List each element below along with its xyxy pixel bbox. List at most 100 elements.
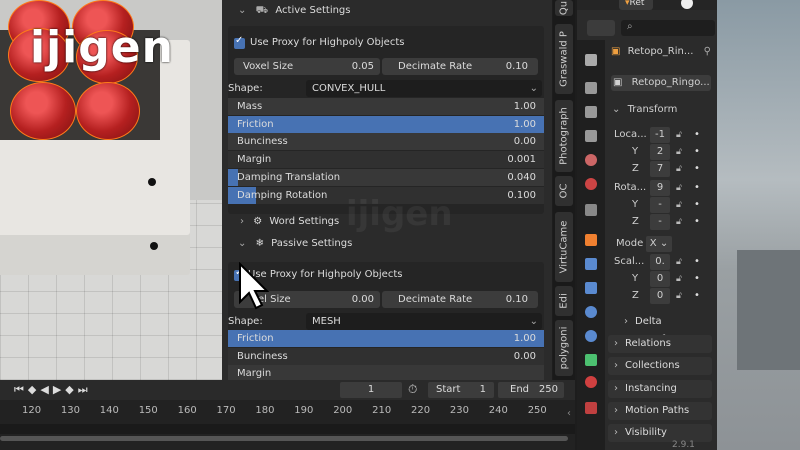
property-value: 0.100 [507, 189, 536, 201]
lock-icon[interactable]: 🔓︎ [676, 144, 682, 160]
keyframe-dot-icon[interactable]: • [694, 271, 700, 287]
decimate-rate-field[interactable]: Decimate Rate 0.10 [382, 58, 538, 75]
particles-icon[interactable] [585, 282, 597, 294]
rotation-z-field[interactable]: - [650, 214, 670, 230]
location-x-field[interactable]: -1 [650, 127, 670, 143]
property-row[interactable]: Bunciness 0.00 [228, 133, 544, 151]
sidebar-tab[interactable]: Qu [555, 0, 573, 16]
rotation-y-field[interactable]: - [650, 197, 670, 213]
active-settings-header[interactable]: ⌄ ⛟ Active Settings [238, 0, 538, 22]
rotation-x-field[interactable]: 9 [650, 180, 670, 196]
object-properties-icon[interactable] [585, 234, 597, 246]
property-row[interactable]: Friction 1.00 [228, 330, 544, 347]
object-tag-text: Ret [629, 0, 645, 8]
sidebar-tab[interactable]: polygoni [555, 320, 573, 376]
properties-section[interactable]: › Motion Paths [608, 402, 712, 420]
property-row[interactable]: Margin 0.001 [228, 151, 544, 169]
render-icon[interactable] [585, 82, 597, 94]
lock-icon[interactable]: 🔓︎ [676, 180, 682, 196]
sidebar-tab[interactable]: Graswald P [555, 24, 573, 94]
keyframe-dot-icon[interactable]: • [694, 214, 700, 230]
chevron-left-icon[interactable]: ‹ [567, 408, 571, 419]
field-label: Start [436, 384, 461, 395]
constraints-icon[interactable] [585, 330, 597, 342]
property-value: 1.00 [513, 118, 536, 130]
properties-section[interactable]: › Relations [608, 335, 712, 353]
scene-icon[interactable] [585, 154, 597, 166]
timeline-scrollbar[interactable] [0, 436, 568, 441]
sidebar-tab[interactable]: OC [555, 176, 573, 206]
properties-section[interactable]: › Instancing [608, 380, 712, 398]
property-row[interactable]: Friction 1.00 [228, 115, 544, 133]
keyframe-dot-icon[interactable]: • [694, 127, 700, 143]
apple-object[interactable] [76, 82, 140, 140]
modifier-icon[interactable] [585, 258, 597, 270]
pin-icon[interactable]: ⚲ [704, 44, 711, 60]
lock-icon[interactable]: 🔓︎ [676, 271, 682, 287]
scale-x-field[interactable]: 0. [650, 254, 670, 270]
sidebar-tab[interactable]: Photograph [555, 100, 573, 172]
property-row[interactable]: Bunciness 0.00 [228, 347, 544, 365]
snowflake-icon: ❄ [255, 238, 264, 249]
passive-decimate-rate-field[interactable]: Decimate Rate 0.10 [382, 291, 538, 308]
editor-type-dropdown[interactable] [587, 20, 615, 36]
axis-label: Y [632, 199, 639, 210]
section-title: Collections [625, 360, 680, 371]
properties-section[interactable]: ›Delta Transform [618, 313, 712, 345]
object-name-field[interactable]: ▣ Retopo_Rin... ⚲ [611, 44, 711, 60]
lock-icon[interactable]: 🔓︎ [676, 214, 682, 230]
properties-section[interactable]: › Collections [608, 357, 712, 375]
sidebar-tab[interactable]: VirtuCame [555, 212, 573, 282]
lock-icon[interactable]: 🔓︎ [676, 127, 682, 143]
scale-z-field[interactable]: 0 [650, 288, 670, 304]
properties-section[interactable]: › Visibility [608, 424, 712, 442]
property-value: 0.040 [507, 171, 536, 183]
output-icon[interactable] [585, 106, 597, 118]
collection-icon[interactable] [585, 204, 597, 216]
field-value: 0.00 [351, 294, 374, 305]
voxel-size-field[interactable]: Voxel Size 0.05 [234, 58, 380, 75]
3d-viewport[interactable]: ijigen [0, 0, 222, 380]
view-layer-icon[interactable] [585, 130, 597, 142]
transform-header[interactable]: ⌄ Transform [612, 102, 712, 118]
keyframe-dot-icon[interactable]: • [694, 180, 700, 196]
lock-icon[interactable]: 🔓︎ [676, 197, 682, 213]
use-proxy-label: Use Proxy for Highpoly Objects [248, 269, 403, 280]
lock-icon[interactable]: 🔓︎ [676, 254, 682, 270]
property-row[interactable]: Mass 1.00 [228, 98, 544, 115]
playback-controls[interactable]: ⏮◆◀▶◆⏭ [14, 382, 92, 398]
car-icon: ⛟ [255, 5, 269, 16]
data-block-dropdown[interactable]: ▣ Retopo_Ringo... [611, 75, 711, 91]
start-frame-field[interactable]: Start 1 [428, 382, 494, 398]
physics-icon[interactable] [585, 306, 597, 318]
location-z-field[interactable]: 7 [650, 161, 670, 177]
material-icon[interactable] [585, 376, 597, 388]
shape-dropdown[interactable]: CONVEX_HULL ⌄ [306, 80, 542, 97]
property-row[interactable]: Damping Translation 0.040 [228, 168, 544, 186]
keyframe-dot-icon[interactable]: • [694, 161, 700, 177]
texture-icon[interactable] [585, 402, 597, 414]
keyframe-dot-icon[interactable]: • [694, 254, 700, 270]
passive-settings-header[interactable]: ⌄ ❄ Passive Settings [238, 233, 538, 255]
field-value: 250 [538, 384, 558, 395]
mode-dropdown[interactable]: X ⌄ [646, 236, 672, 252]
passive-shape-dropdown[interactable]: MESH ⌄ [306, 313, 542, 330]
stopwatch-icon[interactable]: ⏱ [408, 382, 417, 397]
tool-icon[interactable] [585, 54, 597, 66]
end-frame-field[interactable]: End 250 [498, 382, 564, 398]
scale-y-field[interactable]: 0 [650, 271, 670, 287]
keyframe-dot-icon[interactable]: • [694, 288, 700, 304]
search-input[interactable]: ⌕ [621, 20, 715, 36]
keyframe-dot-icon[interactable]: • [694, 144, 700, 160]
use-proxy-checkbox[interactable] [234, 35, 245, 49]
apple-object[interactable] [10, 82, 76, 140]
keyframe-dot-icon[interactable]: • [694, 197, 700, 213]
data-icon[interactable] [585, 354, 597, 366]
sidebar-tab[interactable]: Edi [555, 286, 573, 316]
current-frame-field[interactable]: 1 [340, 382, 402, 398]
chevron-down-icon: ⌄ [529, 316, 538, 327]
lock-icon[interactable]: 🔓︎ [676, 161, 682, 177]
lock-icon[interactable]: 🔓︎ [676, 288, 682, 304]
location-y-field[interactable]: 2 [650, 144, 670, 160]
world-icon[interactable] [585, 178, 597, 190]
